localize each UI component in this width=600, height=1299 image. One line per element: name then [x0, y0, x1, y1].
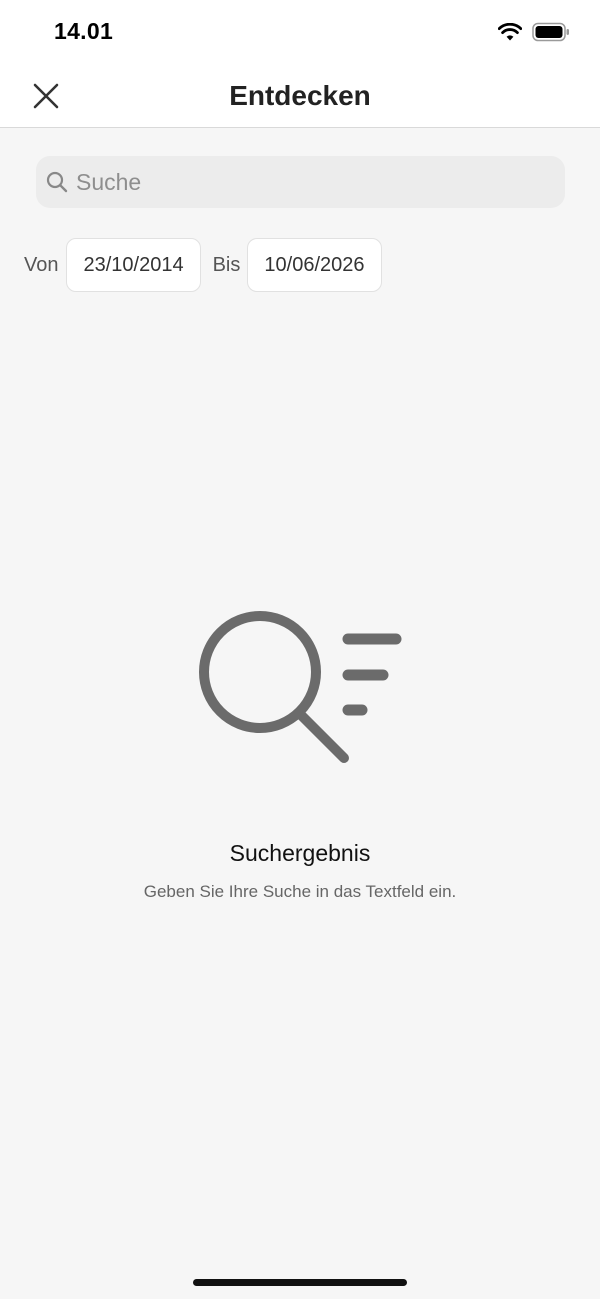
date-from-label: Von	[24, 253, 59, 276]
date-to-field[interactable]: 10/06/2026	[247, 238, 382, 292]
wifi-icon	[497, 22, 523, 46]
status-time: 14.01	[54, 18, 114, 44]
status-bar: 14.01	[0, 0, 600, 64]
battery-icon	[532, 22, 570, 47]
page-title: Entdecken	[229, 80, 371, 111]
discover-screen: 14.01 Entdecken Suche Von 23/10/2014 Bis…	[0, 0, 600, 1299]
search-bar[interactable]	[36, 156, 565, 208]
search-icon	[46, 171, 68, 193]
search-input[interactable]	[76, 168, 546, 196]
empty-state-title: Suchergebnis	[229, 840, 371, 866]
date-range: Von 23/10/2014 Bis 10/06/2026	[24, 238, 382, 292]
status-icons	[497, 22, 570, 47]
home-indicator[interactable]	[193, 1279, 407, 1286]
header: Entdecken	[0, 64, 600, 128]
empty-state-subtitle: Geben Sie Ihre Suche in das Textfeld ein…	[143, 882, 457, 901]
date-from-field[interactable]: 23/10/2014	[66, 238, 201, 292]
search-results-icon	[199, 611, 402, 763]
date-to-label: Bis	[212, 253, 241, 276]
